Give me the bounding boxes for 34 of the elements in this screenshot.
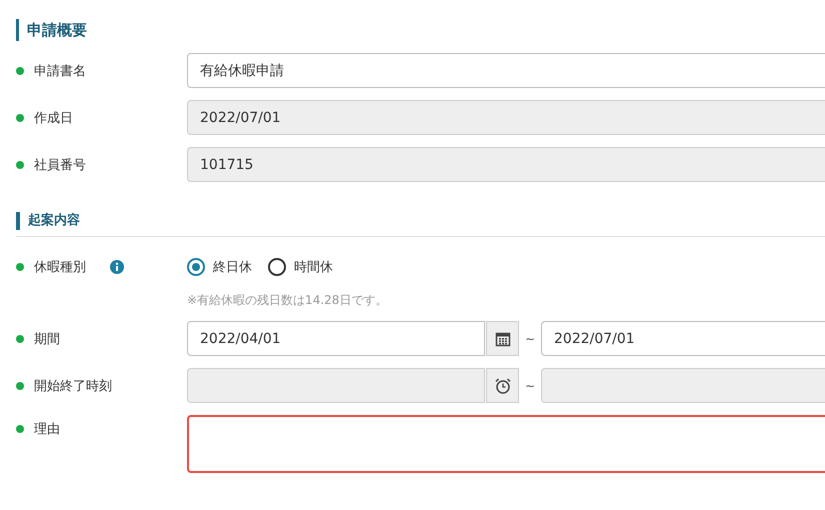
required-dot	[16, 425, 24, 433]
date-picker-button[interactable]	[486, 321, 519, 356]
field-label: 休暇種別	[34, 259, 86, 276]
field-label: 開始終了時刻	[34, 378, 112, 394]
field-label: 社員番号	[34, 156, 86, 174]
required-dot	[16, 263, 24, 271]
radio-option[interactable]: 時間休	[268, 258, 333, 276]
calendar-icon	[494, 330, 510, 346]
required-dot	[16, 382, 24, 390]
range-separator: ~	[524, 332, 536, 346]
section-title: 起案内容	[28, 212, 80, 230]
required-dot	[16, 160, 24, 168]
time-picker-button[interactable]	[486, 368, 519, 403]
hint-text: ※有給休暇の残日数は14.28日です。	[187, 292, 388, 309]
end-field[interactable]: 2022/07/01	[541, 321, 825, 356]
field-label: 作成日	[34, 110, 73, 126]
start-field[interactable]: 2022/04/01	[187, 321, 485, 356]
required-dot	[16, 114, 24, 122]
section-title: 申請概要	[27, 20, 87, 41]
range-separator: ~	[524, 378, 536, 392]
radio-label: 時間休	[294, 259, 333, 276]
alarm-clock-icon	[494, 376, 512, 394]
reason-textarea[interactable]	[187, 415, 825, 473]
required-dot	[16, 334, 24, 342]
field-label: 申請書名	[34, 62, 86, 80]
radio-label: 終日休	[213, 259, 252, 276]
text-field[interactable]: 有給休暇申請	[187, 53, 825, 88]
radio-button[interactable]	[268, 258, 286, 276]
radio-button[interactable]	[187, 258, 205, 276]
required-dot	[16, 66, 24, 74]
field-label: 期間	[34, 330, 60, 348]
info-icon[interactable]	[110, 260, 124, 274]
field-label: 理由	[34, 421, 60, 438]
radio-option[interactable]: 終日休	[187, 258, 252, 276]
